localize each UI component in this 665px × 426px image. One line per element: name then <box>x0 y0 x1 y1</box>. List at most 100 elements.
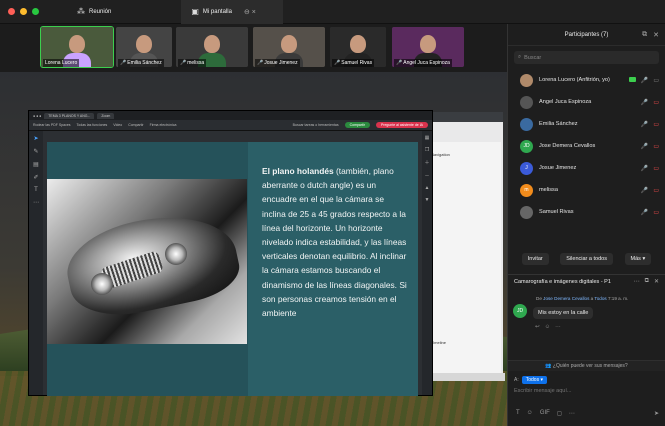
share-screen-icon: ▣ <box>191 7 199 16</box>
window-controls <box>8 8 39 15</box>
tools-search[interactable]: Buscar tareas o herramientas <box>293 123 339 127</box>
ai-assistant-button[interactable]: Pregunte al asistente de IA <box>375 122 428 128</box>
gif-icon[interactable]: GIF <box>540 410 550 417</box>
video-tile[interactable]: 🎤Emilia Sánchez <box>116 27 172 67</box>
screenshot-icon[interactable]: ◻ <box>557 410 562 417</box>
camera-off-icon[interactable]: ▭ <box>653 165 659 172</box>
more-options-icon[interactable]: ⋯ <box>634 278 640 285</box>
video-tile-label: Josue Jimenez <box>264 60 298 66</box>
more-button[interactable]: Más ▾ <box>624 253 652 265</box>
popout-icon[interactable]: ⧉ <box>645 278 649 285</box>
bookmark-icon[interactable]: ❐ <box>425 147 429 153</box>
camera-off-icon[interactable]: ▭ <box>653 99 659 106</box>
comment-tool-icon[interactable]: ✎ <box>33 148 38 155</box>
people-icon: 👥 <box>545 363 553 369</box>
cursor-tool-icon[interactable]: ➤ <box>33 135 38 142</box>
muted-mic-icon[interactable]: 🎤 <box>641 165 648 172</box>
message-sender[interactable]: Jose Demera Cevallos <box>543 296 589 301</box>
video-tile[interactable]: 🎤Josue Jimenez <box>253 27 325 67</box>
browser-tabs: ● ● ● TEMA 3 PLANOS Y ANG... Zoom <box>29 111 432 120</box>
zoom-out-icon[interactable]: － <box>424 172 429 179</box>
muted-mic-icon[interactable]: 🎤 <box>641 99 648 106</box>
format-text-icon[interactable]: T <box>516 410 520 417</box>
participant-name: Emilia Sánchez <box>539 121 578 127</box>
recipient-selector: A: Todos ▾ <box>514 376 547 384</box>
participant-row[interactable]: JD Jose Demera Cevallos 🎤 ▭ <box>508 135 665 157</box>
maximize-window-button[interactable] <box>32 8 39 15</box>
pdf-viewer-window: ● ● ● TEMA 3 PLANOS Y ANG... Zoom Rodear… <box>28 110 433 396</box>
share-button[interactable]: Compartir <box>344 122 370 128</box>
camera-icon[interactable]: ▭ <box>653 77 659 84</box>
video-tile[interactable]: 🎤melissa <box>176 27 248 67</box>
emoji-icon[interactable]: ☺ <box>545 324 551 330</box>
mic-icon[interactable]: 🎤 <box>641 77 648 84</box>
emoji-icon[interactable]: ☺ <box>527 410 533 417</box>
who-can-see-text: ¿Quién puede ver sus mensajes? <box>552 363 628 369</box>
camera-off-icon[interactable]: ▭ <box>653 121 659 128</box>
invite-button[interactable]: Invitar <box>521 253 549 265</box>
reply-icon[interactable]: ↩ <box>535 324 540 330</box>
highlight-tool-icon[interactable]: ▤ <box>33 161 39 168</box>
avatar <box>520 205 533 219</box>
page-up-icon[interactable]: ▲ <box>425 185 430 191</box>
minimize-window-button[interactable] <box>20 8 27 15</box>
mute-all-button[interactable]: Silenciar a todos <box>560 253 613 265</box>
toolbar-item-video[interactable]: Video <box>113 123 122 127</box>
page-down-icon[interactable]: ▼ <box>425 197 430 203</box>
recipient-dropdown[interactable]: Todos ▾ <box>521 376 547 384</box>
participant-row[interactable]: Lorena Lucero (Anfitrión, yo) 🎤 ▭ <box>508 69 665 91</box>
more-tools-icon[interactable]: ⋯ <box>33 199 39 206</box>
toolbar-item-sign[interactable]: Firma electrónica <box>150 123 177 127</box>
video-tile[interactable]: Lorena Lucero <box>40 26 114 68</box>
who-can-see-banner[interactable]: 👥 ¿Quién puede ver sus mensajes? <box>508 360 665 371</box>
muted-mic-icon[interactable]: 🎤 <box>641 187 648 194</box>
message-recipient[interactable]: Todos <box>594 296 606 301</box>
more-options-icon[interactable]: ⋯ <box>569 410 575 417</box>
video-strip: Lorena Lucero 🎤Emilia Sánchez 🎤melissa 🎤Jos… <box>0 24 507 72</box>
video-tile-name: 🎤Samuel Rivas <box>332 59 375 67</box>
search-icon: ⌕ <box>518 54 522 60</box>
participant-row[interactable]: Emilia Sánchez 🎤 ▭ <box>508 113 665 135</box>
video-tile-label: Angel Juca Espinoza <box>403 60 450 66</box>
participant-row[interactable]: Samuel Rivas 🎤 ▭ <box>508 201 665 223</box>
popout-icon[interactable]: ⧉ <box>642 31 647 39</box>
close-icon[interactable]: ✕ <box>654 278 659 285</box>
toolbar-item-share[interactable]: Compartir <box>128 123 143 127</box>
muted-mic-icon[interactable]: 🎤 <box>641 143 648 150</box>
close-tab-icon[interactable]: ⊖ × <box>244 8 256 16</box>
send-icon[interactable]: ➤ <box>654 410 659 417</box>
video-tile-name: Lorena Lucero <box>43 59 80 67</box>
chat-toolbar: T ☺ GIF ◻ ⋯ ➤ <box>516 410 659 417</box>
browser-tab-document[interactable]: TEMA 3 PLANOS Y ANG... <box>44 112 95 119</box>
chat-message-input[interactable] <box>514 385 659 396</box>
tab-my-screen[interactable]: ▣ Mi pantalla ⊖ × <box>181 0 284 24</box>
thumbnails-icon[interactable]: ▦ <box>425 135 430 141</box>
video-tile[interactable]: 🎤Angel Juca Espinoza <box>392 27 464 67</box>
participant-status-icons: 🎤 ▭ <box>641 143 659 150</box>
tab-meeting[interactable]: ⁂ Reunión <box>67 0 121 24</box>
participant-search[interactable]: ⌕ Buscar <box>514 51 659 64</box>
muted-mic-icon[interactable]: 🎤 <box>641 209 648 216</box>
toolbar-item-all-tools[interactable]: Todas las funciones <box>77 123 108 127</box>
draw-tool-icon[interactable]: ✐ <box>33 174 38 181</box>
muted-mic-icon[interactable]: 🎤 <box>641 121 648 128</box>
participant-status-icons: 🎤 ▭ <box>641 165 659 172</box>
camera-off-icon[interactable]: ▭ <box>653 209 659 216</box>
video-tile[interactable]: 🎤Samuel Rivas <box>330 27 386 67</box>
participant-row[interactable]: J Josue Jimenez 🎤 ▭ <box>508 157 665 179</box>
participant-row[interactable]: Angel Juca Espinoza 🎤 ▭ <box>508 91 665 113</box>
close-window-button[interactable] <box>8 8 15 15</box>
text-tool-icon[interactable]: T <box>34 187 38 193</box>
camera-off-icon[interactable]: ▭ <box>653 187 659 194</box>
close-icon[interactable]: ✕ <box>653 31 659 39</box>
toolbar-item-spaces[interactable]: Rodear las PDF Spaces <box>33 123 71 127</box>
browser-tab-zoom[interactable]: Zoom <box>97 112 115 119</box>
participant-face <box>136 35 152 53</box>
more-options-icon[interactable]: ⋯ <box>555 324 561 330</box>
background-editor-pane: Navigation Timeline <box>428 142 501 376</box>
tab-my-screen-label: Mi pantalla <box>202 8 232 15</box>
participant-name: Josue Jimenez <box>539 165 577 171</box>
camera-off-icon[interactable]: ▭ <box>653 143 659 150</box>
zoom-in-icon[interactable]: ＋ <box>424 159 429 166</box>
participant-row[interactable]: m melissa 🎤 ▭ <box>508 179 665 201</box>
